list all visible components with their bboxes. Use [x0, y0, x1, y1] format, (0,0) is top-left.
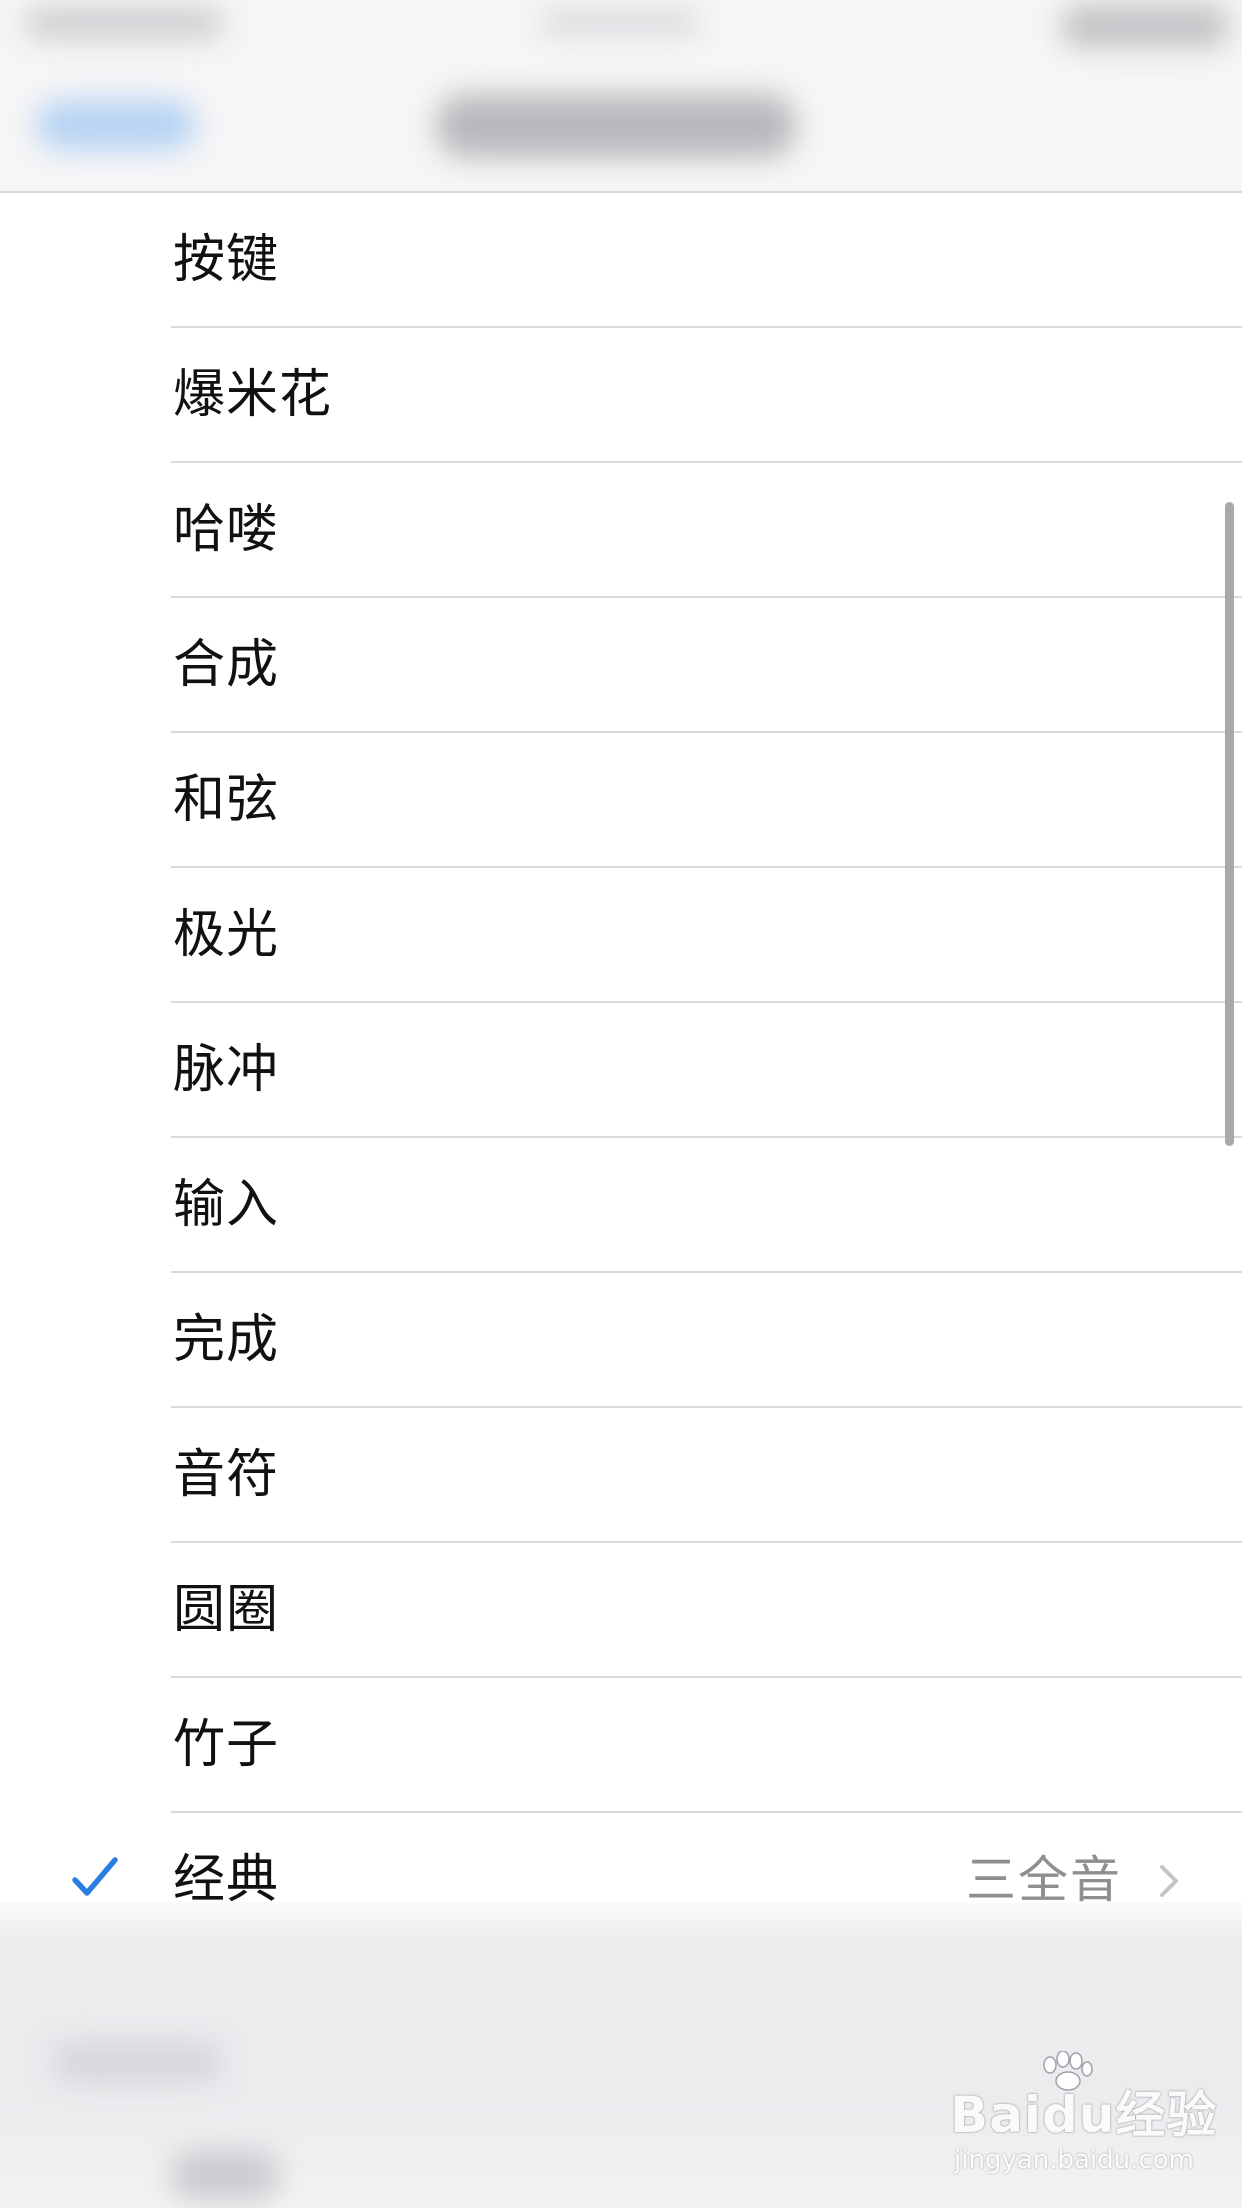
section-header: [52, 2042, 222, 2082]
list-item-label: 完成: [173, 1310, 280, 1370]
list-item-label: 竹子: [173, 1715, 280, 1775]
list-item-jiguang[interactable]: 极光: [0, 868, 1242, 1003]
status-bar-center: [540, 8, 700, 36]
watermark-url: jingyan.baidu.com: [954, 2145, 1194, 2175]
list-item-hexian[interactable]: 和弦: [0, 733, 1242, 868]
list-item-label: 和弦: [173, 770, 280, 830]
page-title: [436, 94, 796, 158]
list-item-baomihua[interactable]: 爆米花: [0, 328, 1242, 463]
navigation-bar: [0, 0, 1242, 193]
list-item-label: 哈喽: [173, 500, 280, 560]
list-item-hecheng[interactable]: 合成: [0, 598, 1242, 733]
list-item-yuanquan[interactable]: 圆圈: [0, 1543, 1242, 1678]
list-item-label: 合成: [173, 635, 280, 695]
list-item-label: 音符: [173, 1445, 280, 1505]
status-bar-time: [24, 6, 224, 40]
list-item-shuru[interactable]: 输入: [0, 1138, 1242, 1273]
list-item-zhuzi[interactable]: 竹子: [0, 1678, 1242, 1813]
checkmark-icon: [72, 1857, 118, 1896]
list-item-label: 脉冲: [173, 1040, 280, 1100]
list-item-halou[interactable]: 哈喽: [0, 463, 1242, 598]
status-bar-battery: [1060, 4, 1230, 48]
list-item-label: 输入: [173, 1175, 280, 1235]
list-item-anjian[interactable]: 按键: [0, 193, 1242, 328]
list-item-label: 按键: [173, 230, 280, 290]
scroll-indicator[interactable]: [1225, 502, 1234, 1146]
list-item-maichong[interactable]: 脉冲: [0, 1003, 1242, 1138]
list-item-wancheng[interactable]: 完成: [0, 1273, 1242, 1408]
baidu-watermark: Baidu经验 jingyan.baidu.com: [950, 2051, 1220, 2185]
list-item-label: 极光: [173, 905, 280, 965]
sound-list: 按键 爆米花 哈喽 合成 和弦 极光 脉冲 输入 完成 音符 圆圈 竹子 经典 …: [0, 193, 1242, 1948]
back-button[interactable]: [36, 100, 196, 150]
list-item-yinfu[interactable]: 音符: [0, 1408, 1242, 1543]
watermark-brand: Baidu经验: [950, 2086, 1218, 2144]
list-item-label: 圆圈: [173, 1580, 280, 1640]
section-item: [170, 2150, 280, 2200]
chevron-right-icon: [1160, 1865, 1178, 1897]
list-item-label: 爆米花: [173, 365, 333, 425]
